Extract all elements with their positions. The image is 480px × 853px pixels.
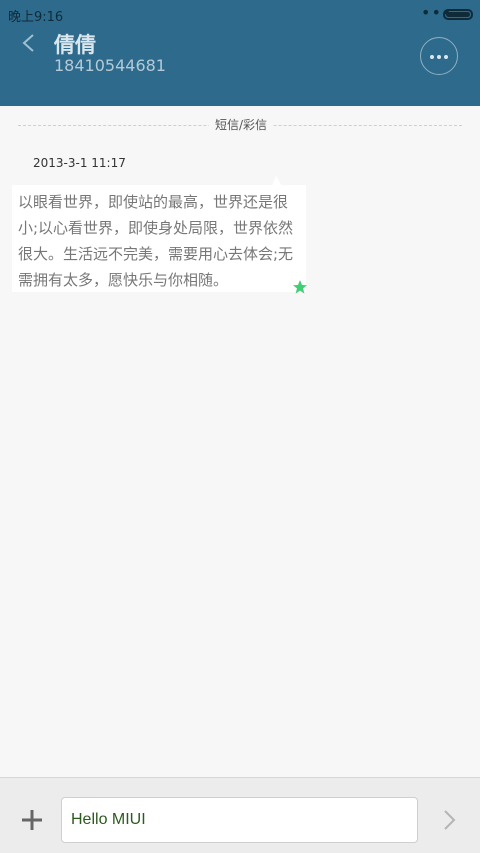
chevron-right-icon	[444, 810, 456, 830]
more-dots-icon	[430, 55, 434, 59]
status-time: 晚上9:16	[8, 10, 64, 25]
contact-number: 18410544681	[54, 56, 166, 75]
send-button[interactable]	[438, 806, 462, 834]
back-button[interactable]	[14, 28, 46, 60]
message-text: 以眼看世界，即使站的最高，世界还是很小;以心看世界，即使身处局限，世界依然很大。…	[18, 193, 294, 289]
app-header: 晚上9:16 ••• 倩倩 18410544681	[0, 0, 480, 106]
attach-button[interactable]	[18, 806, 46, 834]
battery-icon	[443, 9, 473, 20]
message-timestamp: 2013-3-1 11:17	[33, 156, 126, 170]
contact-name: 倩倩	[54, 33, 96, 57]
status-bar: 晚上9:16 •••	[0, 0, 480, 28]
plus-icon	[22, 810, 42, 830]
chevron-left-icon	[22, 34, 34, 52]
more-options-button[interactable]	[420, 37, 458, 75]
star-icon[interactable]	[292, 279, 308, 295]
message-type-label: 短信/彩信	[209, 116, 274, 133]
message-input[interactable]	[61, 797, 418, 843]
message-bubble[interactable]: 以眼看世界，即使站的最高，世界还是很小;以心看世界，即使身处局限，世界依然很大。…	[12, 185, 306, 292]
